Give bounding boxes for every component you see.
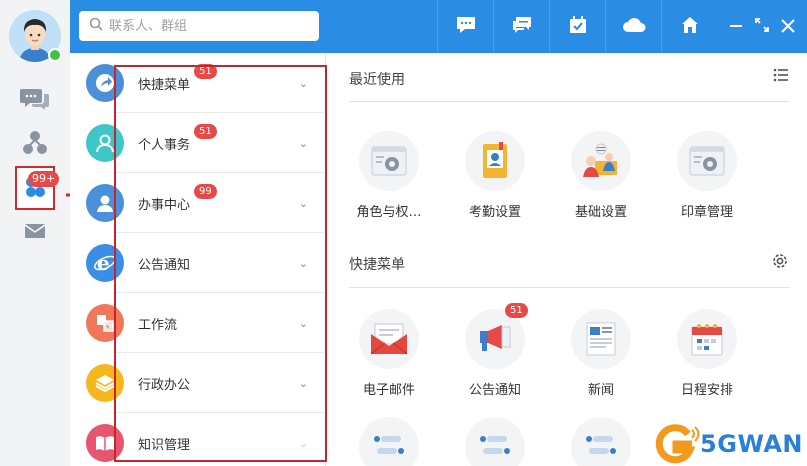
calendar-icon bbox=[677, 309, 737, 369]
menu-label: 办事中心 bbox=[138, 197, 191, 213]
app-basic-settings[interactable]: 基础设置 bbox=[561, 131, 641, 220]
chevron-down-icon: ⌄ bbox=[298, 136, 308, 150]
app-menu-list: 快捷菜单 51 ⌄ 个人事务 51 ⌄ 办事中心 99 ⌄ e 公告通知 ⌄ 工… bbox=[70, 53, 326, 466]
home-icon bbox=[681, 16, 699, 38]
envelope-icon bbox=[359, 309, 419, 369]
menu-badge: 51 bbox=[194, 124, 217, 139]
calendar-button[interactable] bbox=[549, 0, 605, 53]
person-icon bbox=[86, 124, 124, 162]
main-panel: 最近使用 角色与权… 考勤设置 基础设置 印章管理 快捷菜单 电子邮件 51 公… bbox=[327, 53, 807, 466]
close-button[interactable] bbox=[776, 14, 800, 38]
menu-item-announcements[interactable]: e 公告通知 ⌄ bbox=[70, 233, 326, 293]
message-button[interactable] bbox=[437, 0, 493, 53]
chat-icon[interactable] bbox=[20, 84, 50, 114]
app-news[interactable]: 新闻 bbox=[561, 309, 641, 398]
cloud-button[interactable] bbox=[605, 0, 661, 53]
menu-item-quick-menu[interactable]: 快捷菜单 51 ⌄ bbox=[70, 53, 326, 113]
app-name: 电子邮件 bbox=[362, 383, 415, 398]
organization-icon[interactable] bbox=[20, 128, 50, 158]
menu-badge: 51 bbox=[194, 64, 217, 79]
section-title-recent: 最近使用 bbox=[349, 72, 405, 88]
settings-window-icon bbox=[677, 131, 737, 191]
search-input[interactable] bbox=[109, 18, 299, 34]
apps-badge: 99+ bbox=[28, 171, 60, 187]
calendar-check-icon bbox=[568, 15, 588, 39]
app-flow-partial[interactable] bbox=[349, 417, 429, 466]
svg-text:e: e bbox=[97, 251, 110, 275]
flow-icon bbox=[465, 417, 525, 466]
app-name: 印章管理 bbox=[680, 205, 733, 220]
app-attendance-settings[interactable]: 考勤设置 bbox=[455, 131, 535, 220]
flow-icon bbox=[571, 417, 631, 466]
app-seal-management[interactable]: 印章管理 bbox=[667, 131, 747, 220]
app-schedule[interactable]: 日程安排 bbox=[667, 309, 747, 398]
minimize-button[interactable] bbox=[724, 14, 748, 38]
settings-window-icon bbox=[359, 131, 419, 191]
watermark-g-icon bbox=[655, 424, 700, 464]
app-name: 角色与权… bbox=[356, 205, 422, 220]
cloud-icon bbox=[622, 16, 646, 38]
maximize-button[interactable] bbox=[750, 14, 774, 38]
menu-item-service-center[interactable]: 办事中心 99 ⌄ bbox=[70, 173, 326, 233]
expand-icon bbox=[754, 14, 770, 38]
newspaper-icon bbox=[571, 309, 631, 369]
watermark-text: 5GWAN bbox=[700, 430, 803, 458]
menu-item-administration[interactable]: 行政办公 ⌄ bbox=[70, 353, 326, 413]
chevron-down-icon: ⌄ bbox=[298, 316, 308, 330]
chevron-down-icon: ⌄ bbox=[298, 436, 308, 450]
layers-icon bbox=[86, 364, 124, 402]
menu-label: 快捷菜单 bbox=[138, 77, 191, 93]
flow-icon bbox=[359, 417, 419, 466]
chevron-down-icon: ⌄ bbox=[298, 196, 308, 210]
menu-item-workflow[interactable]: 工作流 ⌄ bbox=[70, 293, 326, 353]
app-announcements[interactable]: 51 公告通知 bbox=[455, 303, 535, 398]
section-title-quick: 快捷菜单 bbox=[349, 257, 405, 273]
list-icon[interactable] bbox=[773, 67, 789, 86]
megaphone-icon: 51 bbox=[465, 303, 528, 369]
chevron-down-icon: ⌄ bbox=[298, 376, 308, 390]
service-person-icon bbox=[86, 184, 124, 222]
book-icon bbox=[86, 424, 124, 462]
menu-label: 工作流 bbox=[138, 317, 178, 333]
mail-icon[interactable] bbox=[20, 216, 50, 246]
app-email[interactable]: 电子邮件 bbox=[349, 309, 429, 398]
app-badge: 51 bbox=[505, 303, 528, 318]
online-status-dot bbox=[48, 48, 62, 62]
gear-icon[interactable] bbox=[771, 252, 789, 274]
app-name: 日程安排 bbox=[680, 383, 733, 398]
menu-label: 个人事务 bbox=[138, 137, 191, 153]
menu-label: 知识管理 bbox=[138, 437, 191, 453]
workflow-icon bbox=[86, 304, 124, 342]
search-icon bbox=[89, 17, 103, 35]
app-role-permission[interactable]: 角色与权… bbox=[349, 131, 429, 220]
search-box[interactable] bbox=[79, 11, 319, 41]
message-icon bbox=[455, 15, 477, 39]
menu-item-knowledge[interactable]: 知识管理 ⌄ bbox=[70, 413, 326, 466]
menu-label: 行政办公 bbox=[138, 377, 191, 393]
app-flow-partial[interactable] bbox=[455, 417, 535, 466]
close-icon bbox=[781, 14, 795, 38]
app-name: 基础设置 bbox=[574, 205, 627, 220]
group-chat-icon bbox=[511, 15, 533, 39]
menu-item-personal-affairs[interactable]: 个人事务 51 ⌄ bbox=[70, 113, 326, 173]
app-name: 考勤设置 bbox=[468, 205, 521, 220]
share-arrow-icon bbox=[86, 64, 124, 102]
people-settings-icon bbox=[571, 131, 631, 191]
watermark-logo: 5GWAN bbox=[654, 424, 803, 464]
menu-badge: 99 bbox=[194, 184, 217, 199]
app-flow-partial[interactable] bbox=[561, 417, 641, 466]
app-name: 新闻 bbox=[587, 383, 614, 398]
chevron-down-icon: ⌄ bbox=[298, 76, 308, 90]
browser-e-icon: e bbox=[86, 244, 124, 282]
menu-label: 公告通知 bbox=[138, 257, 191, 273]
top-bar bbox=[70, 0, 807, 53]
home-button[interactable] bbox=[661, 0, 717, 53]
chevron-down-icon: ⌄ bbox=[298, 256, 308, 270]
minimize-icon bbox=[729, 14, 743, 38]
left-rail: 99+ bbox=[0, 0, 70, 466]
group-chat-button[interactable] bbox=[493, 0, 549, 53]
id-card-icon bbox=[465, 131, 525, 191]
app-name: 公告通知 bbox=[468, 383, 521, 398]
